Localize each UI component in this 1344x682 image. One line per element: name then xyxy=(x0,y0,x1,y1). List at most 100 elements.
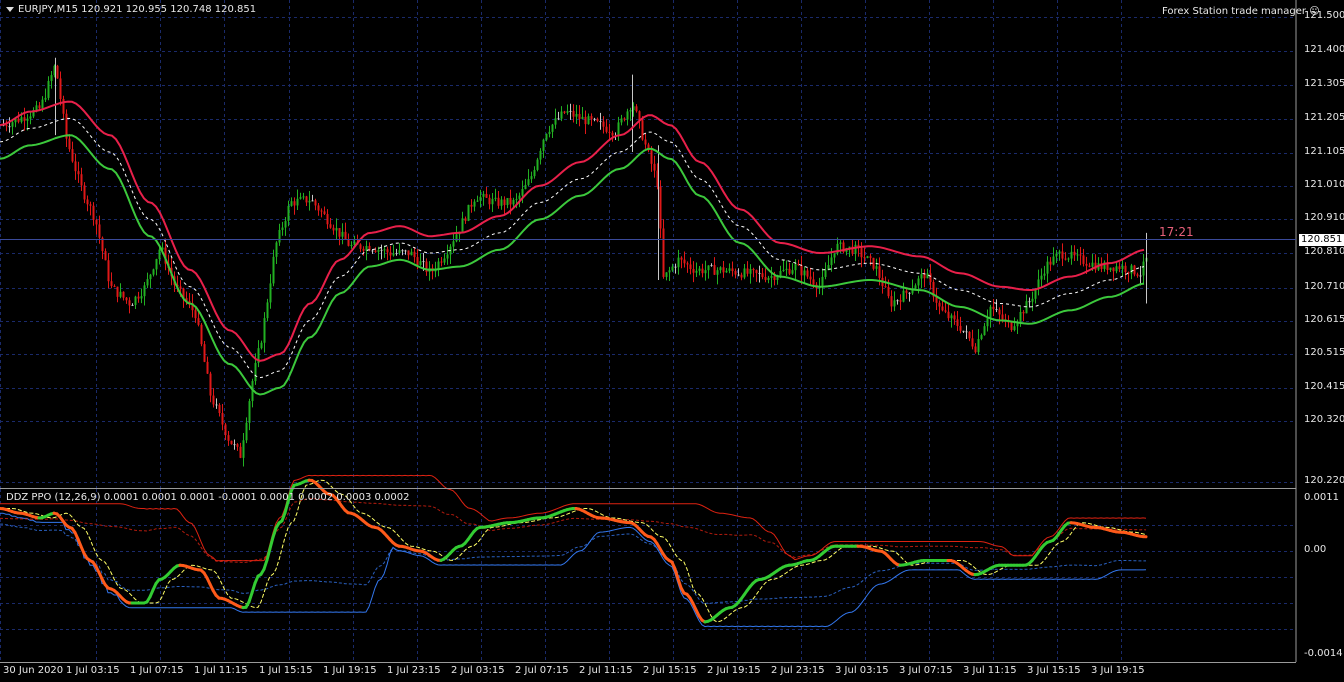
candle-body xyxy=(764,277,767,280)
candle-body xyxy=(200,324,203,345)
chart-window[interactable] xyxy=(0,0,1344,682)
price-tick-label: 121.105 xyxy=(1304,146,1344,157)
candle-body xyxy=(1070,251,1073,259)
candle-body xyxy=(734,271,737,275)
symbol-header-text: EURJPY,M15 120.921 120.955 120.748 120.8… xyxy=(18,4,257,15)
candle-body xyxy=(5,124,8,127)
candle-body xyxy=(275,242,278,257)
candle-body xyxy=(509,197,512,205)
candle-body xyxy=(401,250,404,252)
candle-body xyxy=(974,346,977,353)
price-tick-label: 120.320 xyxy=(1304,414,1344,425)
current-price-tag: 120.851 xyxy=(1299,234,1344,246)
candle-body xyxy=(236,444,239,447)
candle-body xyxy=(149,274,152,280)
candle-body xyxy=(338,228,341,237)
candle-body xyxy=(347,239,350,246)
candle-body xyxy=(1043,273,1046,276)
candle-body xyxy=(389,252,392,256)
candle-body xyxy=(284,220,287,228)
candle-body xyxy=(1028,301,1031,303)
candle-body xyxy=(539,150,542,160)
candle-body xyxy=(269,283,272,303)
candle-body xyxy=(611,132,614,136)
candle-body xyxy=(140,296,143,299)
candle-body xyxy=(650,150,653,164)
trade-manager-text: Forex Station trade manager xyxy=(1162,6,1306,17)
candle-body xyxy=(308,200,311,203)
candle-body xyxy=(713,265,716,275)
candle-body xyxy=(791,270,794,274)
price-tick-label: 121.010 xyxy=(1304,179,1344,190)
candle-body xyxy=(446,254,449,259)
candle-body xyxy=(992,306,995,310)
candle-body xyxy=(914,285,917,289)
time-tick-label: 1 Jul 11:15 xyxy=(194,665,248,676)
candle-body xyxy=(461,218,464,232)
candle-body xyxy=(707,265,710,271)
trade-manager-label[interactable]: Forex Station trade manager ☺ xyxy=(1162,6,1320,17)
candle-body xyxy=(1019,311,1022,322)
candle-body xyxy=(782,269,785,271)
candle-body xyxy=(995,309,998,311)
candle-body xyxy=(329,224,332,228)
candle-body xyxy=(674,266,677,268)
candle-body xyxy=(113,285,116,287)
candle-body xyxy=(548,131,551,135)
candle-body xyxy=(482,193,485,197)
candle-body xyxy=(359,244,362,249)
candle-body xyxy=(743,268,746,278)
candle-body xyxy=(821,276,824,287)
price-tick-label: 121.500 xyxy=(1304,10,1344,21)
candle-body xyxy=(98,224,101,238)
candle-body xyxy=(1049,261,1052,265)
candle-body xyxy=(620,118,623,123)
candle-body xyxy=(335,228,338,231)
candle-body xyxy=(728,268,731,271)
candle-body xyxy=(803,270,806,276)
candle-body xyxy=(518,195,521,199)
candle-body xyxy=(941,306,944,311)
candle-body xyxy=(158,249,161,260)
candle-body xyxy=(1076,254,1079,256)
candle-body xyxy=(905,290,908,293)
collapse-triangle-icon[interactable] xyxy=(6,6,14,12)
candle-body xyxy=(623,118,626,120)
candle-body xyxy=(83,185,86,200)
candle-body xyxy=(395,253,398,255)
candle-body xyxy=(77,171,80,175)
time-tick-label: 1 Jul 07:15 xyxy=(130,665,184,676)
candle-body xyxy=(977,338,980,353)
candle-body xyxy=(953,315,956,320)
candle-body xyxy=(737,274,740,276)
time-tick-label: 2 Jul 19:15 xyxy=(707,665,761,676)
candle-body xyxy=(119,291,122,297)
candle-body xyxy=(806,270,809,277)
candle-body xyxy=(554,118,557,125)
candle-body xyxy=(407,250,410,256)
candle-body xyxy=(1010,322,1013,331)
candle-body xyxy=(227,435,230,441)
candle-body xyxy=(497,197,500,206)
candle-body xyxy=(332,227,335,231)
indicator-tick-label: 0.0011 xyxy=(1304,492,1339,503)
candle-body xyxy=(194,310,197,319)
candle-body xyxy=(869,256,872,258)
candle-body xyxy=(506,197,509,206)
candle-body xyxy=(50,75,53,82)
candle-body xyxy=(266,302,269,319)
candle-body xyxy=(929,273,932,282)
candle-body xyxy=(695,270,698,273)
candle-body xyxy=(110,281,113,286)
candle-body xyxy=(500,199,503,206)
candle-body xyxy=(341,231,344,237)
candle-body xyxy=(938,302,941,307)
candle-body xyxy=(1061,251,1064,259)
candle-body xyxy=(920,274,923,279)
candle-body xyxy=(221,413,224,425)
candle-body xyxy=(44,97,47,100)
candle-body xyxy=(533,169,536,177)
candle-body xyxy=(248,401,251,423)
candle-body xyxy=(263,318,266,343)
candle-body xyxy=(590,116,593,120)
